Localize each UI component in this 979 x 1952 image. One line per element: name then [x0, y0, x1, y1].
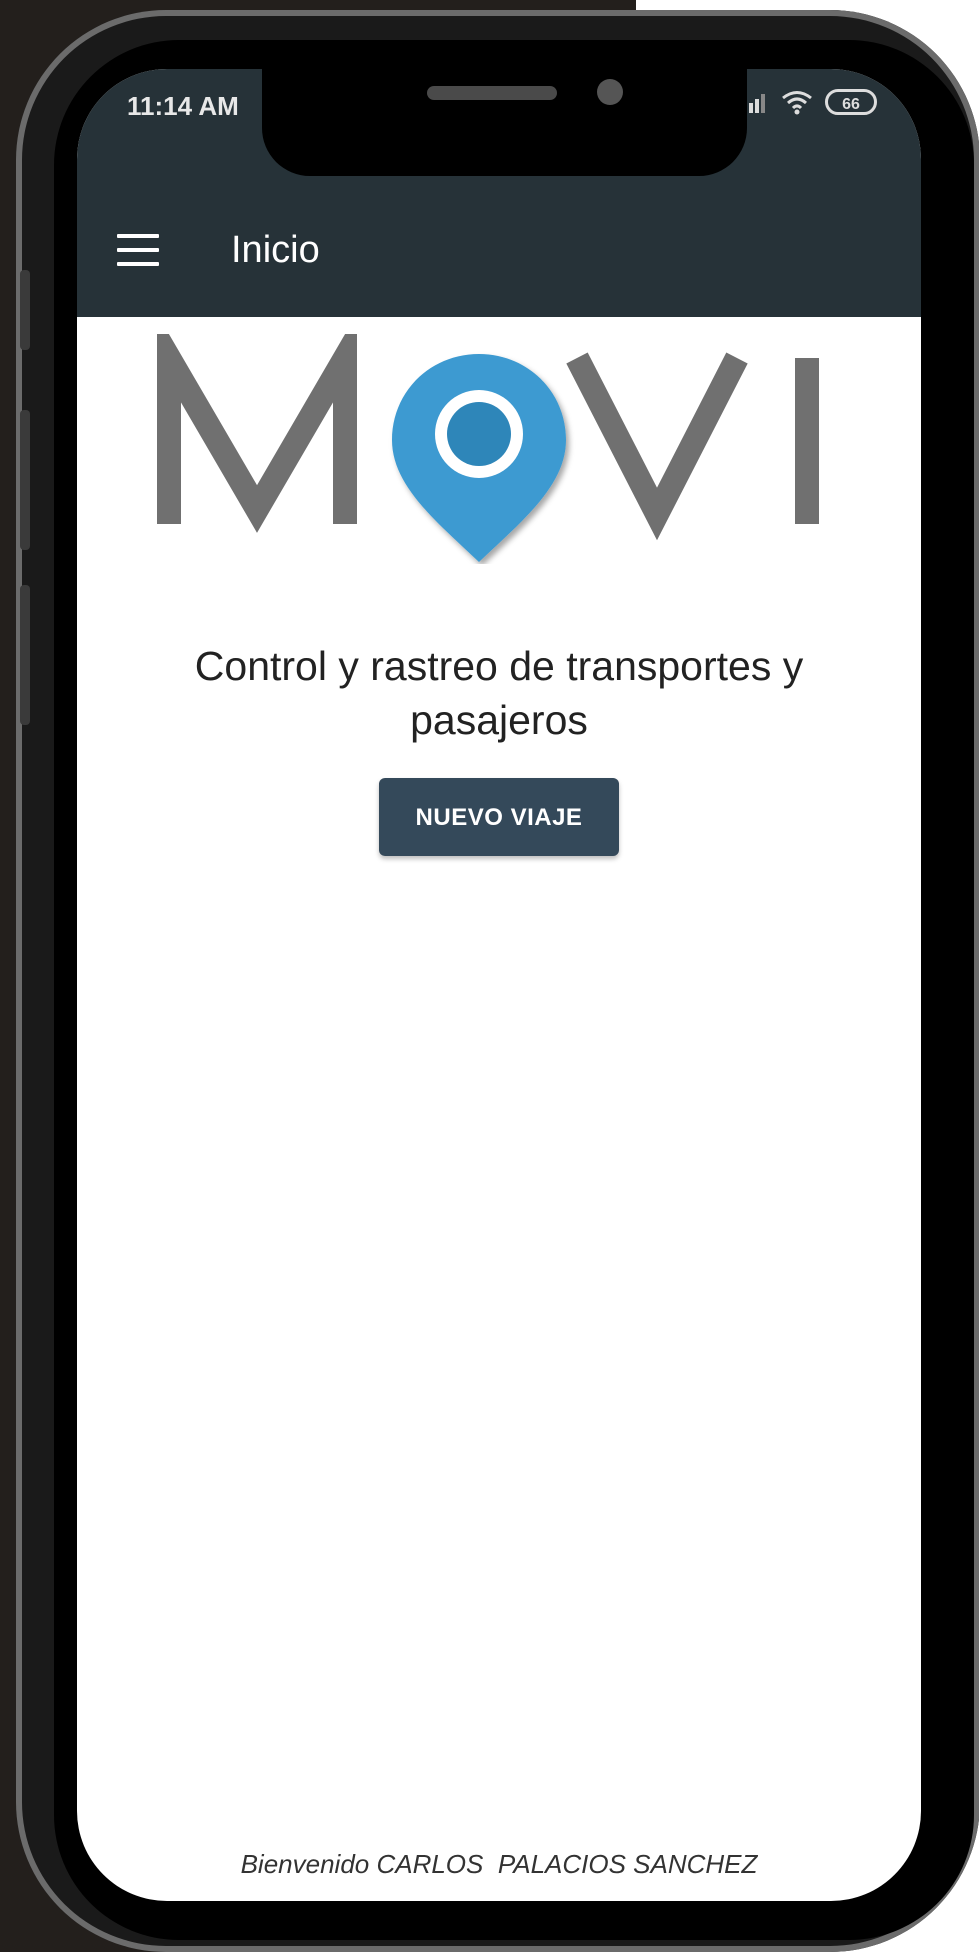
volume-up-button: [20, 410, 30, 550]
status-icons: 66: [743, 89, 877, 115]
battery-icon: 66: [825, 89, 877, 115]
movi-logo: [157, 334, 819, 562]
hamburger-menu-icon[interactable]: [117, 234, 159, 266]
location-pin-icon: [392, 354, 566, 562]
phone-screen: 11:14 AM 66 Inicio Control y rastreo de …: [77, 69, 921, 1901]
status-bar: 11:14 AM 66: [77, 69, 921, 179]
wifi-icon: [782, 91, 812, 115]
app-tagline: Control y rastreo de transportes y pasaj…: [194, 643, 804, 743]
status-time: 11:14 AM: [127, 91, 239, 121]
logo-letter-v: [566, 352, 748, 541]
new-trip-button[interactable]: NUEVO VIAJE: [379, 778, 619, 856]
phone-notch: [262, 69, 747, 176]
volume-down-button: [20, 585, 30, 725]
app-bar: Inicio: [77, 179, 921, 317]
speaker-grille: [427, 86, 557, 100]
front-camera: [597, 79, 623, 105]
logo-letter-m: [157, 334, 357, 533]
welcome-footer: Bienvenido CARLOS PALACIOS SANCHEZ: [240, 1849, 758, 1879]
mute-switch: [20, 270, 30, 350]
page-title: Inicio: [231, 229, 320, 271]
